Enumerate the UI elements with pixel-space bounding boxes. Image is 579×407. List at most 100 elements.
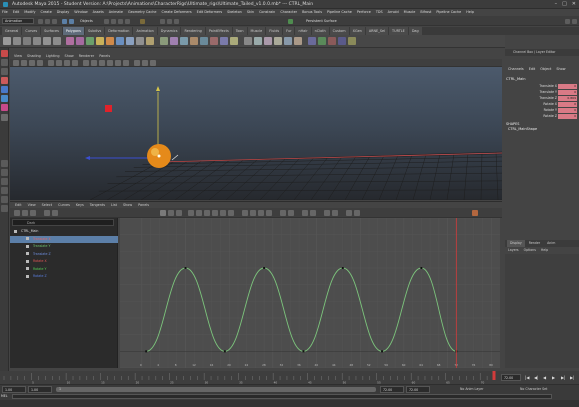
history-icon[interactable] bbox=[140, 19, 145, 24]
layout-four-icon[interactable] bbox=[1, 169, 8, 176]
command-input[interactable] bbox=[12, 394, 552, 399]
mel-label[interactable]: MEL bbox=[1, 394, 10, 399]
camera-select-icon[interactable] bbox=[13, 60, 19, 66]
shelf-tab[interactable]: Rendering bbox=[181, 27, 205, 35]
menu-item[interactable]: Assets bbox=[93, 9, 104, 16]
channel-attribute-value[interactable]: 0 bbox=[558, 84, 577, 89]
layer-editor-menu-item[interactable]: Options bbox=[524, 247, 536, 254]
paint-select-icon[interactable] bbox=[1, 68, 8, 75]
smooth-shade-icon[interactable] bbox=[91, 60, 97, 66]
shelf-tab[interactable]: Deformation bbox=[105, 27, 133, 35]
dope-sheet-icon[interactable] bbox=[346, 210, 352, 216]
shelf-tab[interactable]: ARNE_Sel bbox=[365, 27, 389, 35]
playback-button-icon[interactable]: ▶| bbox=[561, 375, 565, 380]
select-object-icon[interactable] bbox=[69, 19, 74, 24]
normalize-icon[interactable] bbox=[324, 210, 330, 216]
shelf-tab[interactable]: Dag bbox=[408, 27, 422, 35]
shelf-auto-map-icon[interactable] bbox=[348, 37, 356, 45]
menu-item[interactable]: Animate bbox=[109, 9, 123, 16]
rotate-tool-icon[interactable] bbox=[1, 86, 8, 93]
shelf-sculpt-icon[interactable] bbox=[146, 37, 154, 45]
menu-item[interactable]: Arnold bbox=[388, 9, 399, 16]
shelf-tab[interactable]: Animation bbox=[133, 27, 157, 35]
clamped-tangent-icon[interactable] bbox=[196, 210, 202, 216]
frame-all-icon[interactable] bbox=[160, 210, 166, 216]
shelf-extract-icon[interactable] bbox=[86, 37, 94, 45]
keyframe[interactable] bbox=[145, 350, 148, 353]
layout-stack-icon[interactable] bbox=[1, 187, 8, 194]
animation-curve[interactable] bbox=[146, 267, 457, 352]
key-stats-icon[interactable] bbox=[52, 210, 58, 216]
outliner-row[interactable]: CTRL_Main bbox=[10, 228, 118, 235]
menu-item[interactable]: Modify bbox=[24, 9, 35, 16]
shelf-tab[interactable]: Fluids bbox=[266, 27, 283, 35]
snap-point-icon[interactable] bbox=[118, 19, 123, 24]
menu-item[interactable]: Skeleton bbox=[227, 9, 242, 16]
shelf-chamfer-icon[interactable] bbox=[254, 37, 262, 45]
menu-item[interactable]: Create Deformers bbox=[161, 9, 191, 16]
selection-mode-label[interactable]: Objects bbox=[80, 18, 93, 24]
anim-layer-dropdown[interactable]: No Anim Layer bbox=[460, 387, 483, 392]
ipr-render-icon[interactable] bbox=[167, 19, 172, 24]
shelf-insert-loop-icon[interactable] bbox=[200, 37, 208, 45]
render-settings-icon[interactable] bbox=[174, 19, 179, 24]
shelf-poly-cube-icon[interactable] bbox=[13, 37, 21, 45]
shelf-tab[interactable]: Polygons bbox=[62, 27, 84, 35]
resolution-gate-icon[interactable] bbox=[64, 60, 70, 66]
animation-start-field[interactable]: 1.00 bbox=[2, 386, 26, 393]
menu-item[interactable]: Character bbox=[280, 9, 297, 16]
shelf-tab[interactable]: nCloth bbox=[311, 27, 329, 35]
channel-attribute-value[interactable]: 0 bbox=[558, 102, 577, 107]
menu-item[interactable]: Muscle bbox=[404, 9, 416, 16]
channel-attribute-value[interactable]: 0 bbox=[558, 108, 577, 113]
new-scene-icon[interactable] bbox=[38, 19, 43, 24]
keyframe[interactable] bbox=[302, 350, 305, 353]
menu-item[interactable]: Bifrost bbox=[420, 9, 431, 16]
shelf-bevel-icon[interactable] bbox=[244, 37, 252, 45]
unify-tangents-icon[interactable] bbox=[250, 210, 256, 216]
shelf-separate-icon[interactable] bbox=[76, 37, 84, 45]
range-bar[interactable]: 1 bbox=[56, 387, 376, 392]
shelf-tab[interactable]: Curves bbox=[22, 27, 41, 35]
shelf-mirror-icon[interactable] bbox=[116, 37, 124, 45]
linear-tangent-icon[interactable] bbox=[204, 210, 210, 216]
move-tool-icon[interactable] bbox=[1, 77, 8, 84]
shelf-poly-cone-icon[interactable] bbox=[33, 37, 41, 45]
shelf-boolean-icon[interactable] bbox=[106, 37, 114, 45]
xray-icon[interactable] bbox=[142, 60, 148, 66]
channel-attribute-value[interactable]: 0 bbox=[558, 114, 577, 119]
menu-item[interactable]: Window bbox=[74, 9, 87, 16]
close-icon[interactable]: ✕ bbox=[572, 0, 576, 9]
pre-infinity-icon[interactable] bbox=[280, 210, 286, 216]
lattice-deform-icon[interactable] bbox=[44, 210, 50, 216]
outliner-row[interactable]: Translate X bbox=[10, 235, 118, 243]
shelf-target-weld-icon[interactable] bbox=[230, 37, 238, 45]
outliner-row[interactable]: Rotate Y bbox=[10, 266, 118, 273]
snap-plane-icon[interactable] bbox=[125, 19, 130, 24]
bookmark-icon[interactable] bbox=[29, 60, 35, 66]
shelf-wedge-icon[interactable] bbox=[264, 37, 272, 45]
lights-icon[interactable] bbox=[115, 60, 121, 66]
animation-end-field[interactable]: 72.00 bbox=[406, 386, 430, 393]
move-x-handle[interactable] bbox=[105, 105, 112, 112]
shelf-tab[interactable]: Dynamics bbox=[157, 27, 181, 35]
key-tick-icon[interactable] bbox=[472, 210, 478, 216]
shelf-extrude-icon[interactable] bbox=[160, 37, 168, 45]
last-tool-icon[interactable] bbox=[1, 114, 8, 121]
menu-item[interactable]: Pipeline Cache bbox=[436, 9, 461, 16]
shelf-append-icon[interactable] bbox=[180, 37, 188, 45]
channel-box-menu-item[interactable]: Edit bbox=[529, 66, 536, 73]
flat-tangent-icon[interactable] bbox=[212, 210, 218, 216]
shelf-tab[interactable]: PaintEffects bbox=[205, 27, 232, 35]
menu-item[interactable]: Display bbox=[57, 9, 70, 16]
menu-item[interactable]: Skin bbox=[247, 9, 254, 16]
layout-outliner-icon[interactable] bbox=[1, 196, 8, 203]
shelf-combine-icon[interactable] bbox=[66, 37, 74, 45]
insert-keys-icon[interactable] bbox=[22, 210, 28, 216]
menu-set-dropdown[interactable]: Animation bbox=[2, 18, 34, 24]
shelf-poke-icon[interactable] bbox=[274, 37, 282, 45]
menu-item[interactable]: Create bbox=[41, 9, 52, 16]
shelf-spherical-map-icon[interactable] bbox=[338, 37, 346, 45]
shelf-uv-editor-icon[interactable] bbox=[308, 37, 316, 45]
character-set-dropdown[interactable]: No Character Set bbox=[520, 387, 547, 392]
